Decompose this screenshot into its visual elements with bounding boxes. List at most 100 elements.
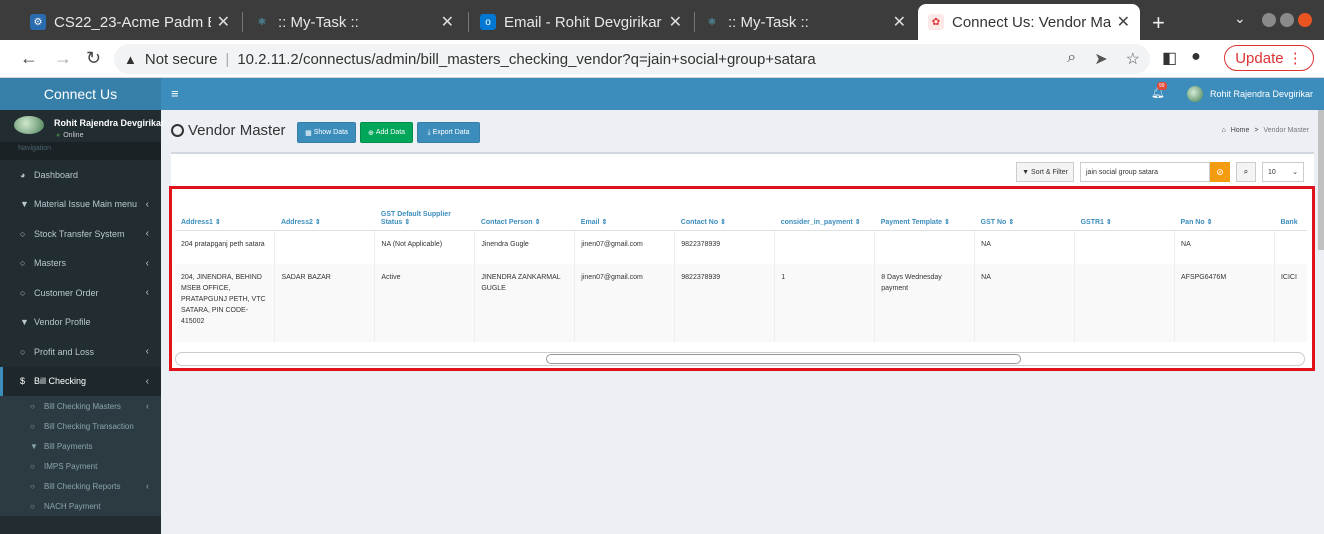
submenu-nach-payment[interactable]: ○ NACH Payment <box>0 496 161 516</box>
zoom-icon[interactable]: ⌕ <box>1067 49 1076 69</box>
circle-icon: ○ <box>30 421 35 431</box>
minimize-icon[interactable] <box>1262 13 1276 27</box>
browser-tab[interactable]: o Email - Rohit Devgirikar ✕ <box>470 4 692 40</box>
page-size-select[interactable]: 10 ⌄ <box>1262 162 1304 182</box>
horizontal-scrollbar[interactable] <box>175 352 1305 366</box>
profile-icon[interactable]: ● <box>1191 48 1201 68</box>
sidebar-item-customer-order[interactable]: ○ Customer Order ‹ <box>0 278 161 308</box>
url-omnibox[interactable]: ▲ Not secure | 10.2.11.2/connectus/admin… <box>114 44 1150 74</box>
content-header: Vendor Master ▦ Show Data ⊕ Add Data ⤓ Expo… <box>161 110 1324 152</box>
sort-filter-button[interactable]: ▼ Sort & Filter <box>1016 162 1074 182</box>
table-cell: jinen07@gmail.com <box>574 264 676 342</box>
col-header[interactable]: GST No ⇕ <box>974 194 1075 231</box>
user-panel: Rohit Rajendra Devgirikar Online <box>0 110 165 142</box>
sidebar-item-vendor-profile[interactable]: ▼ Vendor Profile <box>0 308 161 338</box>
col-header[interactable]: Pan No ⇕ <box>1174 194 1275 231</box>
navbar-user-name[interactable]: Rohit Rajendra Devgirikar <box>1210 89 1313 99</box>
bookmark-star-icon[interactable]: ☆ <box>1126 49 1140 69</box>
table-row[interactable]: 204, JINENDRA, BEHIND MSEB OFFICE, PRATA… <box>175 264 1307 342</box>
sort-icon: ⇕ <box>720 218 726 226</box>
new-tab-icon[interactable]: + <box>1152 10 1165 36</box>
table-scroll-area[interactable]: Address1 ⇕ Address2 ⇕ GST Default Supplier… <box>175 194 1307 342</box>
submenu-bill-checking-transaction[interactable]: ○ Bill Checking Transaction <box>0 416 161 436</box>
browser-tab-active[interactable]: ✿ Connect Us: Vendor Master ✕ <box>918 4 1140 40</box>
submenu-bill-payments[interactable]: ▼ Bill Payments <box>0 436 161 456</box>
col-header[interactable]: Email ⇕ <box>574 194 675 231</box>
update-button[interactable]: Update ⋮ <box>1224 45 1314 71</box>
submenu-bill-checking-masters[interactable]: ○ Bill Checking Masters ‹ <box>0 396 161 416</box>
col-header[interactable]: Contact Person ⇕ <box>474 194 575 231</box>
back-icon[interactable]: ← <box>20 48 38 69</box>
page-vertical-scrollbar[interactable] <box>1318 110 1324 250</box>
send-icon[interactable]: ➤ <box>1094 49 1107 69</box>
dollar-icon: $ <box>20 376 26 387</box>
app-logo[interactable]: Connect Us <box>0 78 161 110</box>
browser-tab[interactable]: ⚛ :: My-Task :: ✕ <box>244 4 464 40</box>
window-close-icon[interactable] <box>1298 13 1312 27</box>
circle-icon: ○ <box>30 401 35 411</box>
sidebar-item-profit-loss[interactable]: ○ Profit and Loss ‹ <box>0 337 161 367</box>
table-row[interactable]: 204 pratapganj peth satara NA (Not Appli… <box>175 230 1307 264</box>
tab-search-icon[interactable]: ⌄ <box>1234 10 1246 27</box>
sidebar-item-dashboard[interactable]: ◕ Dashboard <box>0 160 161 190</box>
col-header[interactable]: Address1 ⇕ <box>175 194 275 231</box>
chevron-down-icon: ⌄ <box>1292 169 1298 176</box>
sort-icon: ⇕ <box>1008 218 1015 226</box>
browser-tab[interactable]: ⚛ :: My-Task :: ✕ <box>694 4 916 40</box>
chevron-left-icon: ‹ <box>145 287 149 299</box>
url-text[interactable]: 10.2.11.2/connectus/admin/bill_masters_c… <box>237 51 815 68</box>
sort-icon: ⇕ <box>534 218 541 226</box>
security-label[interactable]: Not secure <box>145 51 218 68</box>
sort-icon: ⇕ <box>601 218 608 226</box>
table-cell: 1 <box>774 264 876 342</box>
submenu-imps-payment[interactable]: ○ IMPS Payment <box>0 456 161 476</box>
scrollbar-thumb[interactable] <box>546 354 1021 364</box>
col-header[interactable]: GST Default Supplier Status ⇕ <box>374 194 475 231</box>
bill-checking-submenu: ○ Bill Checking Masters ‹ ○ Bill Checking T… <box>0 396 161 516</box>
dashboard-icon: ◕ <box>20 169 26 180</box>
forward-icon[interactable]: → <box>54 48 72 69</box>
close-tab-icon[interactable]: ✕ <box>441 12 454 32</box>
close-tab-icon[interactable]: ✕ <box>893 12 906 32</box>
breadcrumb-home[interactable]: Home <box>1231 127 1250 134</box>
table-cell <box>874 230 976 264</box>
circle-icon: ○ <box>20 287 26 298</box>
reload-icon[interactable]: ↻ <box>86 48 101 69</box>
react-favicon-icon: ⚛ <box>707 16 717 28</box>
side-panel-icon[interactable]: ◧ <box>1162 48 1177 68</box>
hamburger-menu-icon[interactable]: ≡ <box>171 86 179 101</box>
search-input[interactable]: jain social group satara <box>1080 162 1210 182</box>
submenu-bill-checking-reports[interactable]: ○ Bill Checking Reports ‹ <box>0 476 161 496</box>
filter-icon: ▼ <box>1022 168 1030 176</box>
maximize-icon[interactable] <box>1280 13 1294 27</box>
clear-search-button[interactable]: ⊘ <box>1210 162 1230 182</box>
add-data-button[interactable]: ⊕ Add Data <box>360 122 413 143</box>
close-tab-icon[interactable]: ✕ <box>669 12 682 32</box>
sort-icon: ⇕ <box>1105 218 1112 226</box>
sidebar-item-masters[interactable]: ○ Masters ‹ <box>0 249 161 279</box>
table-cell: 9822378939 <box>674 230 776 264</box>
navbar-avatar[interactable] <box>1187 86 1203 102</box>
col-header[interactable]: Address2 ⇕ <box>274 194 375 231</box>
notification-bell-icon[interactable]: 🔔︎ 99 <box>1151 82 1167 99</box>
connectus-favicon-icon: ✿ <box>928 14 944 30</box>
export-data-button[interactable]: ⤓ Export Data <box>417 122 480 143</box>
close-tab-icon[interactable]: ✕ <box>217 12 230 32</box>
sort-icon: ⇕ <box>1206 218 1213 226</box>
table-cell: 204, JINENDRA, BEHIND MSEB OFFICE, PRATA… <box>175 264 276 342</box>
vendor-table-box: ▼ Sort & Filter jain social group satara… <box>171 152 1314 369</box>
col-header[interactable]: GSTR1 ⇕ <box>1074 194 1175 231</box>
col-header[interactable]: Contact No ⇕ <box>674 194 775 231</box>
close-tab-icon[interactable]: ✕ <box>1117 12 1130 32</box>
col-header[interactable]: consider_in_payment ⇕ <box>774 194 875 231</box>
search-icon[interactable]: ⌕ <box>1236 162 1256 182</box>
col-header[interactable]: Payment Template ⇕ <box>874 194 975 231</box>
sidebar-item-stock-transfer[interactable]: ○ Stock Transfer System ‹ <box>0 219 161 249</box>
warning-icon[interactable]: ▲ <box>124 52 137 67</box>
browser-tab[interactable]: ⚙ CS22_23-Acme Padm ERP ✕ <box>20 4 240 40</box>
circle-icon: ○ <box>30 461 35 471</box>
sidebar-item-material-issue[interactable]: ▼ Material Issue Main menu ‹ <box>0 190 161 220</box>
show-data-button[interactable]: ▦ Show Data <box>297 122 356 143</box>
col-header[interactable]: Bank <box>1274 194 1307 231</box>
sidebar-item-bill-checking[interactable]: $ Bill Checking ‹ <box>0 366 161 396</box>
